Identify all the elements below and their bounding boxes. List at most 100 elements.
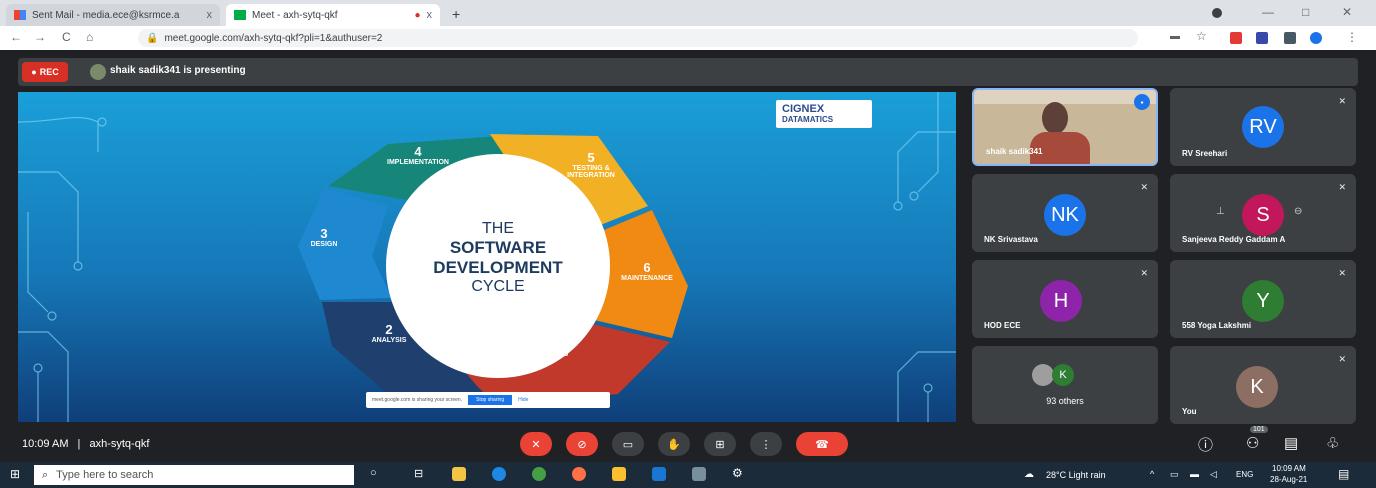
share-notice-text: meet.google.com is sharing your screen. bbox=[372, 397, 463, 403]
store-icon[interactable] bbox=[452, 467, 466, 481]
extension-icon[interactable] bbox=[1256, 32, 1268, 44]
segment-number: 1 bbox=[546, 336, 554, 351]
taskbar-search-input[interactable]: ⌕ Type here to search bbox=[34, 465, 354, 485]
activities-icon[interactable]: ♧ bbox=[1326, 434, 1339, 452]
share-notice-bar: meet.google.com is sharing your screen. … bbox=[366, 392, 610, 408]
chat-icon[interactable]: ▤ bbox=[1284, 434, 1298, 452]
participant-name: 558 Yoga Lakshmi bbox=[1182, 321, 1252, 330]
forward-button[interactable]: → bbox=[34, 30, 46, 44]
avatar bbox=[1032, 364, 1054, 386]
bookmark-star-icon[interactable]: ☆ bbox=[1196, 29, 1207, 43]
tab-meet[interactable]: Meet - axh-sytq-qkf ● x bbox=[226, 4, 440, 26]
others-count: 93 others bbox=[1046, 396, 1084, 406]
address-bar-row: ← → C ⌂ 🔒 meet.google.com/axh-sytq-qkf?p… bbox=[0, 26, 1376, 51]
captions-button[interactable]: ▭ bbox=[612, 432, 644, 456]
extension-icon[interactable] bbox=[1230, 32, 1242, 44]
profile-icon[interactable] bbox=[1212, 8, 1222, 18]
meet-window: ● REC shaik sadik341 is presenting CIGNE… bbox=[0, 50, 1376, 462]
home-button[interactable]: ⌂ bbox=[86, 30, 93, 44]
clock-time[interactable]: 10:09 AM bbox=[1272, 464, 1306, 473]
present-icon: ⊞ bbox=[715, 438, 725, 451]
close-tab-icon[interactable]: x bbox=[427, 9, 433, 21]
tab-gmail[interactable]: Sent Mail - media.ece@ksrmce.a x bbox=[6, 4, 220, 26]
windows-start-icon[interactable]: ⊞ bbox=[10, 467, 20, 481]
center-line: DEVELOPMENT bbox=[433, 258, 563, 277]
others-tile[interactable]: K 93 others bbox=[972, 346, 1158, 424]
hide-button[interactable]: Hide bbox=[518, 397, 528, 403]
new-tab-button[interactable]: + bbox=[452, 6, 460, 22]
weather-text[interactable]: 28°C Light rain bbox=[1046, 470, 1106, 480]
back-button[interactable]: ← bbox=[10, 30, 22, 44]
minimize-button[interactable]: — bbox=[1262, 5, 1274, 19]
rec-badge: ● REC bbox=[22, 62, 68, 82]
cortana-icon[interactable]: ○ bbox=[370, 467, 377, 479]
avatar: K bbox=[1052, 364, 1074, 386]
segment-label: MAINTENANCE bbox=[621, 275, 673, 282]
menu-icon[interactable]: ⋮ bbox=[1346, 30, 1358, 44]
avatar: S bbox=[1242, 194, 1284, 236]
people-icon[interactable]: ⚇ bbox=[1246, 434, 1259, 452]
avatar[interactable] bbox=[1310, 32, 1322, 44]
camera-indicator-icon[interactable]: ▬ bbox=[1170, 31, 1180, 42]
search-icon: ⌕ bbox=[42, 468, 49, 481]
battery-icon[interactable]: ▬ bbox=[1190, 469, 1199, 479]
pin-icon[interactable]: ⊥ bbox=[1216, 206, 1225, 217]
participant-tile[interactable]: ✕ NK NK Srivastava bbox=[972, 174, 1158, 252]
settings-gear-icon[interactable]: ⚙ bbox=[732, 466, 743, 480]
avatar: H bbox=[1040, 280, 1082, 322]
cignex-logo: CIGNEX DATAMATICS bbox=[776, 100, 872, 128]
participant-name: shaik sadik341 bbox=[986, 147, 1043, 156]
maximize-button[interactable]: □ bbox=[1302, 5, 1309, 19]
participant-tile[interactable]: ✕ RV RV Sreehari bbox=[1170, 88, 1356, 166]
tray-arrow-icon[interactable]: ^ bbox=[1150, 469, 1154, 479]
network-icon[interactable]: ▭ bbox=[1170, 469, 1179, 480]
label-maintenance: 6 MAINTENANCE bbox=[592, 260, 702, 282]
camera-off-icon: ⊘ bbox=[577, 438, 587, 451]
center-line: SOFTWARE bbox=[449, 238, 547, 257]
clock-date[interactable]: 28-Aug-21 bbox=[1270, 475, 1307, 484]
mic-off-icon: ✕ bbox=[1140, 182, 1148, 192]
slide-center-text: THE SOFTWARE DEVELOPMENT CYCLE bbox=[388, 220, 608, 296]
info-icon[interactable]: ⓘ bbox=[1198, 434, 1213, 455]
segment-number: 3 bbox=[320, 226, 328, 241]
present-button[interactable]: ⊞ bbox=[704, 432, 736, 456]
mic-toggle-button[interactable]: ✕ bbox=[520, 432, 552, 456]
gmail-icon bbox=[14, 10, 26, 20]
camera-toggle-button[interactable]: ⊘ bbox=[566, 432, 598, 456]
extensions-puzzle-icon[interactable] bbox=[1284, 32, 1296, 44]
url-field[interactable]: 🔒 meet.google.com/axh-sytq-qkf?pli=1&aut… bbox=[138, 29, 1138, 47]
people-count-badge: 101 bbox=[1250, 426, 1268, 433]
mic-off-icon: ✕ bbox=[1338, 268, 1346, 278]
leave-call-button[interactable]: ☎ bbox=[796, 432, 848, 456]
hand-icon: ✋ bbox=[667, 438, 681, 451]
participant-name: RV Sreehari bbox=[1182, 149, 1228, 158]
app-icon[interactable] bbox=[692, 467, 706, 481]
close-tab-icon[interactable]: x bbox=[207, 9, 213, 21]
reload-button[interactable]: C bbox=[62, 30, 71, 44]
participant-tile[interactable]: ✕ S ⊥ ⊖ Sanjeeva Reddy Gaddam A bbox=[1170, 174, 1356, 252]
shared-screen: CIGNEX DATAMATICS THE SOFTWARE DEVELOPME… bbox=[18, 92, 956, 422]
participant-tile[interactable]: ✕ Y 558 Yoga Lakshmi bbox=[1170, 260, 1356, 338]
participant-tile[interactable]: ✕ H HOD ECE bbox=[972, 260, 1158, 338]
chrome-icon[interactable] bbox=[532, 467, 546, 481]
rec-label: REC bbox=[39, 67, 59, 77]
mic-off-icon: ✕ bbox=[1338, 96, 1346, 106]
participant-tile-self[interactable]: ✕ K You bbox=[1170, 346, 1356, 424]
close-window-button[interactable]: ✕ bbox=[1342, 5, 1352, 19]
edge-icon[interactable] bbox=[492, 467, 506, 481]
participant-name: Sanjeeva Reddy Gaddam A bbox=[1182, 235, 1286, 244]
language-indicator[interactable]: ENG bbox=[1236, 470, 1253, 479]
firefox-icon[interactable] bbox=[572, 467, 586, 481]
notifications-icon[interactable]: ▤ bbox=[1338, 467, 1349, 481]
remove-icon[interactable]: ⊖ bbox=[1294, 206, 1302, 217]
mail-icon[interactable] bbox=[652, 467, 666, 481]
volume-icon[interactable]: ◁ bbox=[1210, 469, 1217, 480]
file-explorer-icon[interactable] bbox=[612, 467, 626, 481]
raise-hand-button[interactable]: ✋ bbox=[658, 432, 690, 456]
more-options-button[interactable]: ⋮ bbox=[750, 432, 782, 456]
participant-tile-presenter[interactable]: ▪ shaik sadik341 bbox=[972, 88, 1158, 166]
task-view-icon[interactable]: ⊟ bbox=[414, 467, 423, 480]
stop-sharing-button[interactable]: Stop sharing bbox=[468, 395, 513, 405]
segment-label: INTEGRATION bbox=[567, 172, 615, 179]
presenting-bar: ● REC shaik sadik341 is presenting bbox=[18, 58, 1358, 86]
